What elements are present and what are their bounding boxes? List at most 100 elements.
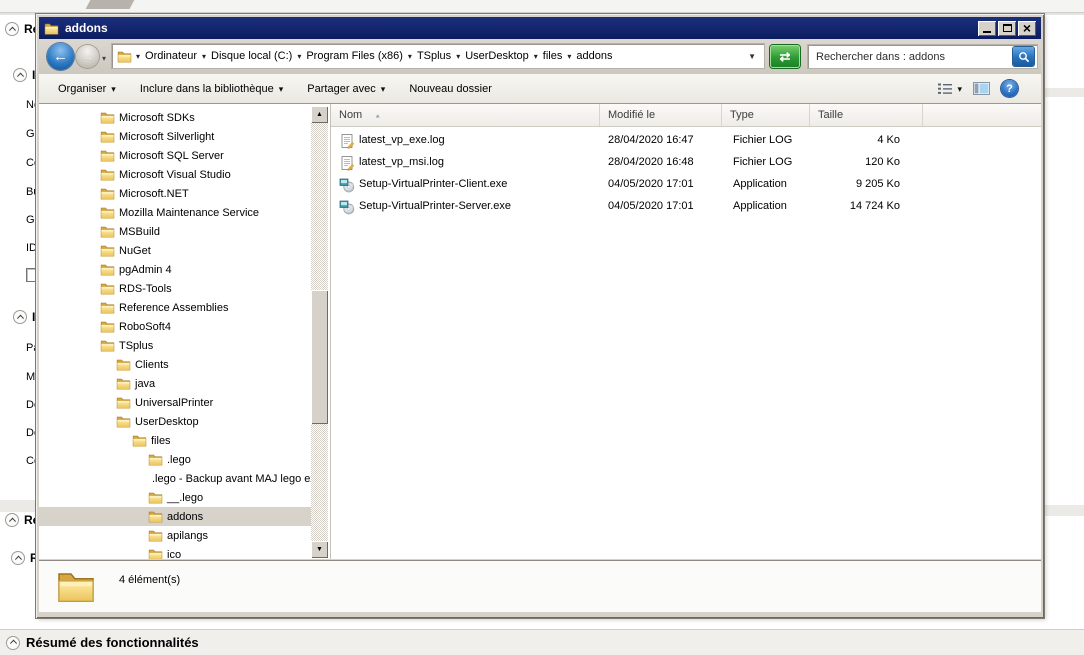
scroll-up-button[interactable]: [311, 106, 328, 123]
titlebar[interactable]: addons: [39, 17, 1041, 39]
search-input[interactable]: Rechercher dans : addons: [816, 51, 945, 63]
folder-icon: [44, 21, 59, 36]
tree-item-tsplus[interactable]: TSplus: [39, 336, 311, 355]
tree-item-microsoft-net[interactable]: Microsoft.NET: [39, 184, 311, 203]
tree-item-addons[interactable]: addons: [39, 507, 311, 526]
folder-icon: [100, 243, 115, 258]
tree-item-microsoft-sql-server[interactable]: Microsoft SQL Server: [39, 146, 311, 165]
scrollbar-thumb[interactable]: [311, 290, 328, 424]
file-size: 120 Ko: [810, 156, 900, 168]
collapse-icon[interactable]: [13, 310, 27, 324]
tree-item-lego[interactable]: .lego: [39, 450, 311, 469]
collapse-icon[interactable]: [11, 551, 25, 565]
column-header-nom[interactable]: Nom: [331, 104, 600, 126]
date-modified: 28/04/2020 16:48: [608, 156, 694, 168]
close-button[interactable]: [1018, 21, 1036, 36]
folder-icon: [100, 224, 115, 239]
tree-item-microsoft-sdks[interactable]: Microsoft SDKs: [39, 108, 311, 127]
scroll-down-button[interactable]: [311, 541, 328, 558]
breadcrumb-disque-local-c[interactable]: Disque local (C:): [208, 50, 295, 62]
tree-item-clients[interactable]: Clients: [39, 355, 311, 374]
breadcrumb-tsplus[interactable]: TSplus: [414, 50, 454, 62]
search-button[interactable]: [1013, 47, 1034, 66]
back-button[interactable]: [47, 43, 74, 70]
search-box[interactable]: Rechercher dans : addons: [808, 45, 1037, 68]
tree-item-apilangs[interactable]: apilangs: [39, 526, 311, 545]
collapse-icon[interactable]: [6, 636, 20, 650]
toolbar-partager-avec[interactable]: Partager avec: [298, 79, 394, 99]
help-button[interactable]: [1001, 80, 1018, 97]
views-button[interactable]: [938, 83, 962, 95]
collapse-icon[interactable]: [5, 22, 19, 36]
toolbar-inclure-dans-la-biblioth-que[interactable]: Inclure dans la bibliothèque: [131, 79, 292, 99]
tree-item-msbuild[interactable]: MSBuild: [39, 222, 311, 241]
tree-item-label: TSplus: [119, 340, 153, 352]
tree-item-userdesktop[interactable]: UserDesktop: [39, 412, 311, 431]
tree-item-rds-tools[interactable]: RDS-Tools: [39, 279, 311, 298]
toolbar-organiser[interactable]: Organiser: [49, 79, 125, 99]
background-cropped-icon: [86, 0, 135, 9]
tree-item-files[interactable]: files: [39, 431, 311, 450]
tree-item-ico[interactable]: ico: [39, 545, 311, 559]
file-row-setup-virtualprinter-client-exe[interactable]: Setup-VirtualPrinter-Client.exe04/05/202…: [331, 174, 1041, 196]
folder-icon: [100, 281, 115, 296]
file-size: 4 Ko: [810, 134, 900, 146]
command-bar: Organiser Inclure dans la bibliothèque Par…: [39, 74, 1041, 104]
column-label: Type: [730, 109, 754, 121]
address-dropdown-icon[interactable]: [748, 50, 759, 62]
tree-item-microsoft-silverlight[interactable]: Microsoft Silverlight: [39, 127, 311, 146]
breadcrumb-addons[interactable]: addons: [573, 50, 615, 62]
breadcrumb-program-files-x86[interactable]: Program Files (x86): [303, 50, 406, 62]
background-separator-band: [1045, 88, 1084, 97]
column-header-type[interactable]: Type: [722, 104, 810, 126]
tree-item-lego-backup-avant-maj-lego-ex[interactable]: .lego - Backup avant MAJ lego ex: [39, 469, 311, 488]
collapse-icon[interactable]: [13, 68, 27, 82]
tree-item-universalprinter[interactable]: UniversalPrinter: [39, 393, 311, 412]
breadcrumb-userdesktop[interactable]: UserDesktop: [462, 50, 532, 62]
address-bar[interactable]: Ordinateur Disque local (C:) Program Files…: [112, 44, 764, 68]
tree-item-label: Microsoft SQL Server: [119, 150, 224, 162]
tree-item-microsoft-visual-studio[interactable]: Microsoft Visual Studio: [39, 165, 311, 184]
file-row-latest-vp-exe-log[interactable]: latest_vp_exe.log28/04/2020 16:47Fichier…: [331, 130, 1041, 152]
history-dropdown-icon[interactable]: [102, 52, 106, 64]
tree-item-mozilla-maintenance-service[interactable]: Mozilla Maintenance Service: [39, 203, 311, 222]
forward-button[interactable]: [76, 45, 99, 68]
tree-item-lego[interactable]: __.lego: [39, 488, 311, 507]
tree-item-label: NuGet: [119, 245, 151, 257]
collapse-icon[interactable]: [5, 513, 19, 527]
breadcrumb-ordinateur[interactable]: Ordinateur: [142, 50, 200, 62]
column-header-modifi-le[interactable]: Modifié le: [600, 104, 722, 126]
log-file-icon: [339, 133, 355, 149]
tree-item-java[interactable]: java: [39, 374, 311, 393]
tree-item-label: addons: [167, 511, 203, 523]
minimize-button[interactable]: [978, 21, 996, 36]
folder-icon: [148, 547, 163, 559]
maximize-button[interactable]: [998, 21, 1016, 36]
tree-item-label: UserDesktop: [135, 416, 199, 428]
preview-pane-button[interactable]: [973, 82, 990, 95]
background-section-title: Résumé des fonctionnalités: [26, 635, 199, 650]
column-header-blank[interactable]: [923, 104, 1041, 126]
toolbar-nouveau-dossier[interactable]: Nouveau dossier: [400, 79, 501, 99]
folder-icon: [100, 110, 115, 125]
tree-item-label: Mozilla Maintenance Service: [119, 207, 259, 219]
folder-icon: [116, 357, 131, 372]
column-label: Nom: [339, 109, 362, 121]
tree-item-nuget[interactable]: NuGet: [39, 241, 311, 260]
minimize-icon: [983, 31, 991, 33]
file-row-setup-virtualprinter-server-exe[interactable]: Setup-VirtualPrinter-Server.exe04/05/202…: [331, 196, 1041, 218]
background-separator-band: [1045, 505, 1084, 516]
application-icon: [339, 199, 355, 215]
refresh-button[interactable]: [770, 45, 800, 68]
tree-item-robosoft4[interactable]: RoboSoft4: [39, 317, 311, 336]
file-row-latest-vp-msi-log[interactable]: latest_vp_msi.log28/04/2020 16:48Fichier…: [331, 152, 1041, 174]
folder-icon: [116, 376, 131, 391]
column-header-taille[interactable]: Taille: [810, 104, 923, 126]
breadcrumb-files[interactable]: files: [540, 50, 566, 62]
tree-scrollbar[interactable]: [311, 106, 328, 558]
folder-icon: [148, 509, 163, 524]
chevron-down-icon: [957, 83, 962, 95]
tree-item-reference-assemblies[interactable]: Reference Assemblies: [39, 298, 311, 317]
tree-item-label: MSBuild: [119, 226, 160, 238]
tree-item-pgadmin-4[interactable]: pgAdmin 4: [39, 260, 311, 279]
